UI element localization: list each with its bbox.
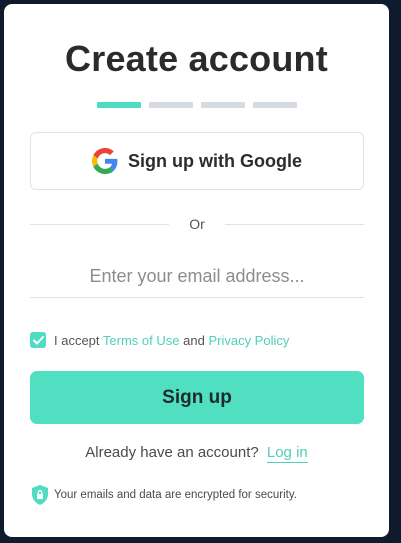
or-label: Or — [189, 216, 205, 232]
security-note-text: Your emails and data are encrypted for s… — [54, 489, 297, 501]
terms-checkbox[interactable] — [30, 332, 46, 348]
shield-lock-icon — [32, 485, 48, 505]
signup-button[interactable]: Sign up — [30, 371, 364, 424]
progress-steps — [97, 102, 297, 108]
google-signup-button[interactable]: Sign up with Google — [30, 132, 364, 190]
page-title: Create account — [65, 38, 328, 79]
login-row: Already have an account? Log in — [4, 444, 389, 463]
login-prompt: Already have an account? — [85, 444, 259, 461]
checkmark-icon — [32, 335, 44, 344]
terms-text: I accept Terms of Use and Privacy Policy — [54, 333, 289, 348]
terms-prefix: I accept — [54, 332, 100, 348]
step-1-indicator — [97, 102, 141, 108]
login-link[interactable]: Log in — [266, 444, 308, 463]
privacy-policy-link[interactable]: Privacy Policy — [208, 333, 289, 348]
divider-line-right — [224, 223, 364, 225]
step-2-indicator — [149, 102, 193, 108]
step-4-indicator — [253, 102, 297, 108]
email-input[interactable] — [30, 256, 364, 298]
google-signup-label: Sign up with Google — [128, 150, 302, 171]
security-note: Your emails and data are encrypted for s… — [30, 484, 297, 506]
or-divider: Or — [30, 216, 364, 232]
google-icon — [92, 148, 118, 174]
terms-of-use-link[interactable]: Terms of Use — [103, 333, 180, 348]
divider-line-left — [30, 223, 170, 225]
terms-row: I accept Terms of Use and Privacy Policy — [30, 332, 289, 348]
terms-conjunction: and — [183, 332, 205, 348]
signup-card: Create account Sign up with Google Or I … — [4, 4, 389, 537]
step-3-indicator — [201, 102, 245, 108]
